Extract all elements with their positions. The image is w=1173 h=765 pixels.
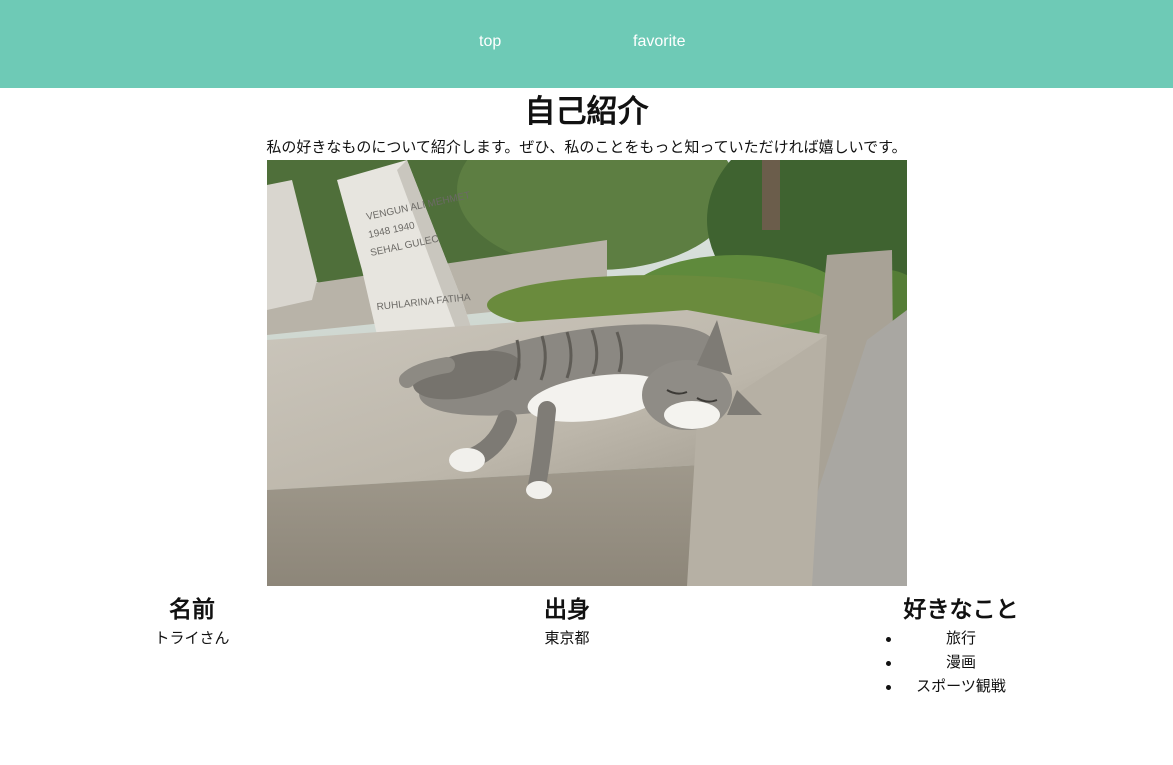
sleeping-cat-photo: VENGUN ALI MEHMET 1948 1940 SEHAL GULEC … (267, 160, 907, 586)
list-item: スポーツ観戦 (870, 674, 1052, 698)
name-heading: 名前 (169, 597, 215, 623)
page-title: 自己紹介 (524, 94, 649, 130)
nav-link-top[interactable]: top (479, 33, 501, 51)
profile-name-section: 名前 トライさん (112, 594, 272, 650)
origin-heading: 出身 (544, 597, 590, 623)
list-item: 漫画 (870, 650, 1052, 674)
likes-list: 旅行 漫画 スポーツ観戦 (870, 626, 1052, 698)
likes-heading: 好きなこと (903, 597, 1019, 623)
origin-value: 東京都 (544, 629, 590, 647)
intro-text: 私の好きなものについて紹介します。ぜひ、私のことをもっと知っていただければ嬉しい… (266, 138, 907, 156)
top-navbar: top favorite (0, 0, 1173, 88)
list-item: 旅行 (870, 626, 1052, 650)
profile-origin-section: 出身 東京都 (487, 594, 647, 650)
profile-likes-section: 好きなこと 旅行 漫画 スポーツ観戦 (870, 594, 1052, 698)
nav-link-favorite[interactable]: favorite (633, 33, 685, 51)
name-value: トライさん (154, 629, 230, 647)
